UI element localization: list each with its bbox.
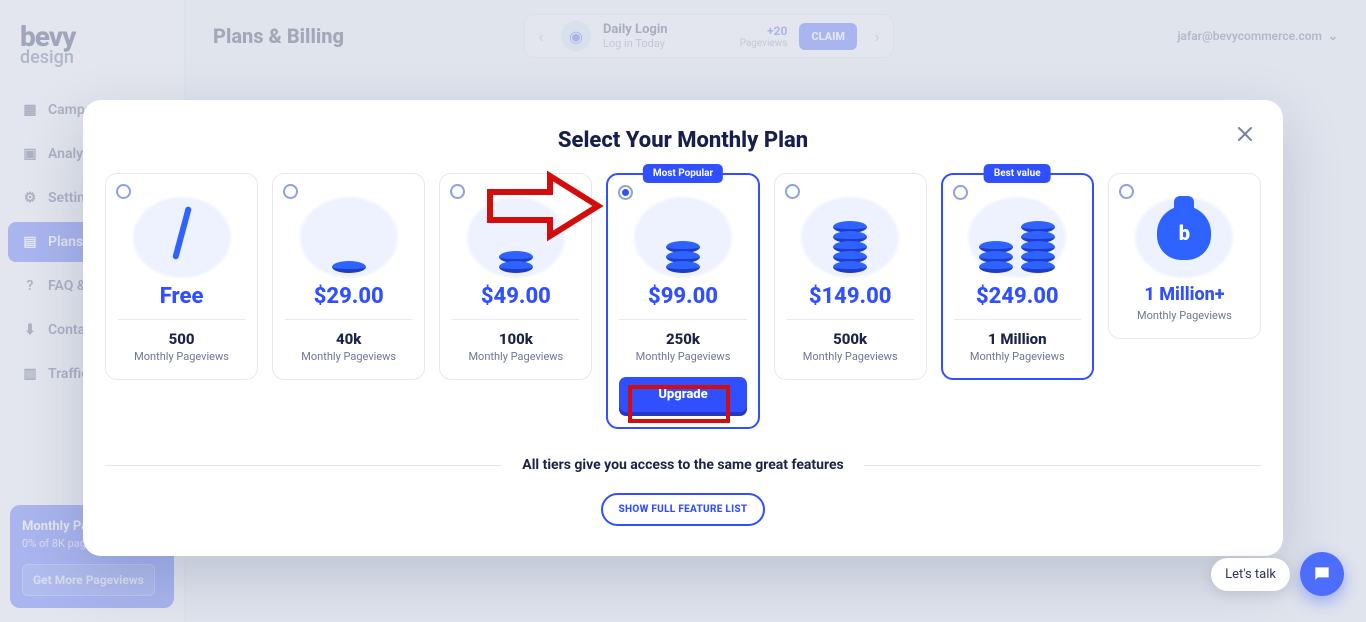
plan-free[interactable]: Free 500 Monthly Pageviews — [105, 173, 258, 380]
chat-pill[interactable]: Let's talk — [1211, 558, 1290, 591]
modal-title: Select Your Monthly Plan — [105, 128, 1261, 153]
most-popular-badge: Most Popular — [643, 164, 723, 183]
plan-metric-sub: Monthly Pageviews — [468, 350, 563, 363]
plan-million-plus[interactable]: b 1 Million+ Monthly Pageviews — [1108, 173, 1261, 339]
divider — [105, 465, 502, 466]
money-bag-icon: b — [1124, 188, 1244, 278]
plan-price: $99.00 — [648, 284, 718, 309]
plan-metric-sub: Monthly Pageviews — [301, 350, 396, 363]
chat-button[interactable] — [1300, 552, 1344, 596]
modal-overlay: Select Your Monthly Plan Free 500 Monthl… — [0, 0, 1366, 622]
plan-metric: 1 Million — [988, 330, 1047, 348]
plan-29[interactable]: $29.00 40k Monthly Pageviews — [272, 173, 425, 380]
plan-metric: 500k — [833, 330, 867, 348]
features-text: All tiers give you access to the same gr… — [522, 457, 843, 473]
plan-price: $249.00 — [976, 284, 1059, 309]
coins-stack-icon — [623, 188, 743, 278]
coins-multi-icon — [957, 188, 1077, 278]
plan-price: 1 Million+ — [1144, 284, 1224, 305]
chat-widget: Let's talk — [1211, 552, 1344, 596]
close-icon[interactable] — [1233, 122, 1257, 146]
plan-metric-sub: Monthly Pageviews — [134, 350, 229, 363]
upgrade-button[interactable]: Upgrade — [619, 377, 746, 412]
plan-price: $149.00 — [809, 284, 892, 309]
plan-list: Free 500 Monthly Pageviews $29.00 40k Mo… — [105, 173, 1261, 429]
divider — [864, 465, 1261, 466]
coins-icon — [456, 188, 576, 278]
best-value-badge: Best value — [984, 164, 1051, 183]
plan-metric-sub: Monthly Pageviews — [1137, 309, 1232, 322]
plan-metric-sub: Monthly Pageviews — [636, 350, 731, 363]
plan-49[interactable]: $49.00 100k Monthly Pageviews — [439, 173, 592, 380]
plan-249[interactable]: Best value $249.00 1 Million Monthly Pag… — [941, 173, 1094, 380]
chat-icon — [1312, 564, 1332, 584]
plan-metric: 40k — [336, 330, 361, 348]
wand-icon — [122, 188, 242, 278]
plan-price: $29.00 — [314, 284, 384, 309]
plan-metric-sub: Monthly Pageviews — [803, 350, 898, 363]
plan-149[interactable]: $149.00 500k Monthly Pageviews — [774, 173, 927, 380]
plan-metric: 500 — [169, 330, 195, 348]
coins-tall-icon — [790, 188, 910, 278]
plan-price: $49.00 — [481, 284, 551, 309]
show-features-button[interactable]: SHOW FULL FEATURE LIST — [601, 493, 766, 526]
plan-metric: 250k — [666, 330, 700, 348]
plan-metric: 100k — [499, 330, 533, 348]
coin-icon — [289, 188, 409, 278]
plan-modal: Select Your Monthly Plan Free 500 Monthl… — [83, 100, 1283, 556]
plan-price: Free — [160, 284, 204, 309]
plan-metric-sub: Monthly Pageviews — [970, 350, 1065, 363]
plan-99[interactable]: Most Popular $99.00 250k Monthly Pagevie… — [606, 173, 759, 429]
